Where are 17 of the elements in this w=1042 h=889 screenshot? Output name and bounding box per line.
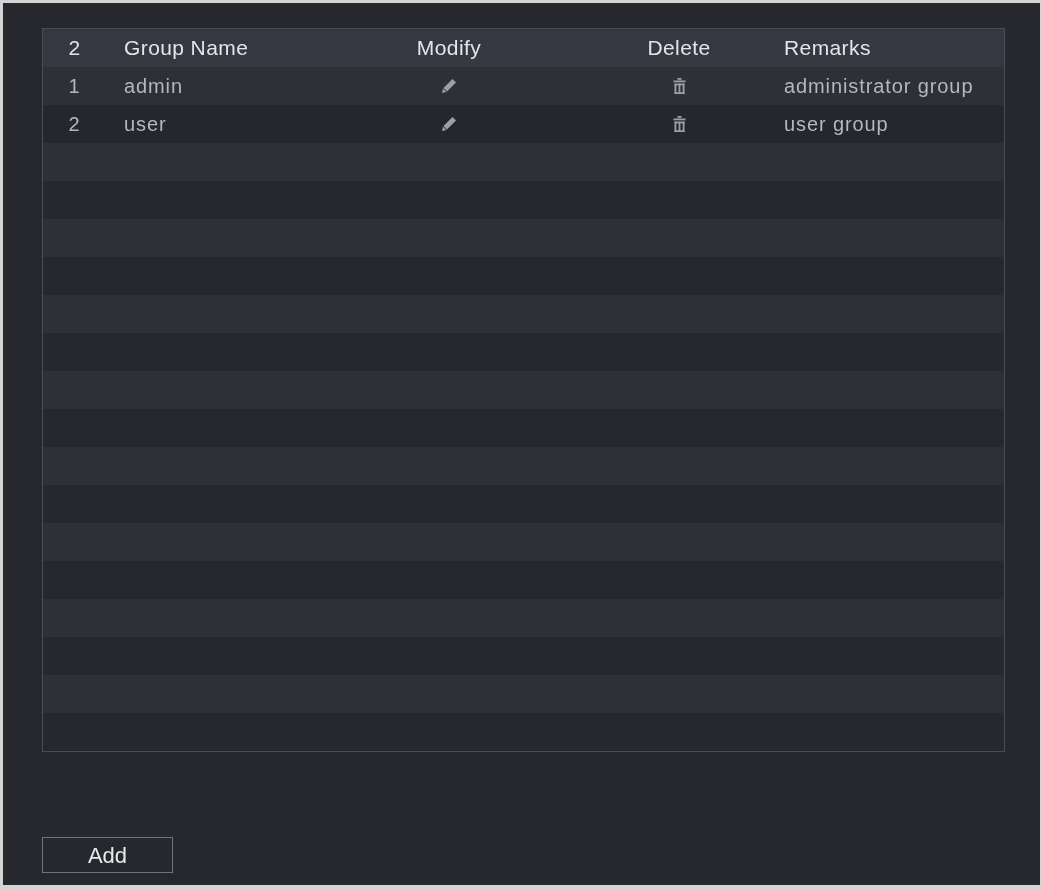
row-index: 2 <box>68 112 81 137</box>
pencil-icon[interactable] <box>442 117 456 131</box>
remarks-text: administrator group <box>784 74 974 99</box>
pencil-icon[interactable] <box>442 79 456 93</box>
group-name: user <box>124 112 167 137</box>
column-header: Delete <box>647 35 711 62</box>
row-index: 1 <box>68 74 81 99</box>
column-header: Group Name <box>124 35 249 62</box>
column-header: Remarks <box>784 35 871 62</box>
group-name: admin <box>124 74 183 99</box>
add-button[interactable]: Add <box>42 837 173 873</box>
row-count: 2 <box>68 35 81 62</box>
table-row[interactable]: 1 admin administrator group <box>43 67 1004 105</box>
trash-icon[interactable] <box>672 116 686 132</box>
remarks-text: user group <box>784 112 889 137</box>
trash-icon[interactable] <box>672 78 686 94</box>
column-header: Modify <box>416 35 482 62</box>
